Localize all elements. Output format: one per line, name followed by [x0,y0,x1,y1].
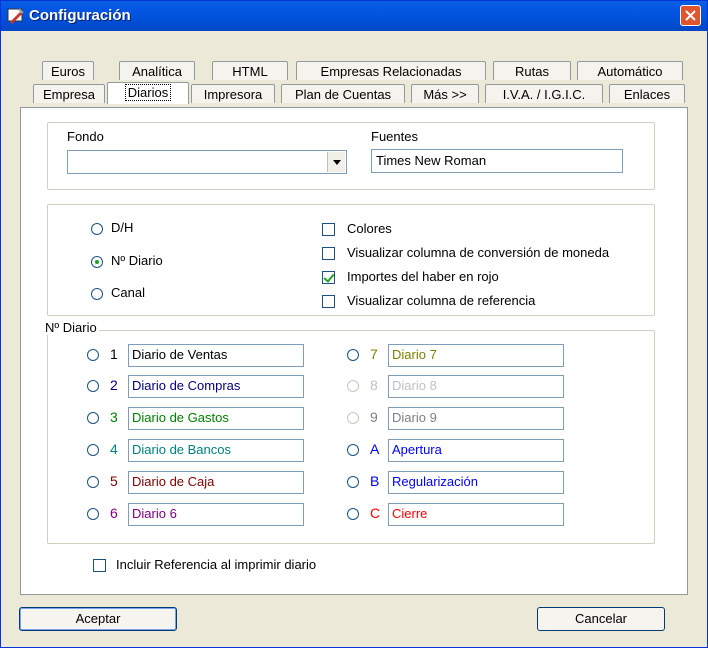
radio-canal[interactable] [91,288,103,300]
radio-n-diario-label: Nº Diario [111,253,163,268]
check-haber-rojo-label: Importes del haber en rojo [347,269,499,284]
tab-euros[interactable]: Euros [42,61,94,80]
fondo-select[interactable] [67,150,347,174]
tab-iva-igic[interactable]: I.V.A. / I.G.I.C. [485,84,603,103]
radio-dh-label: D/H [111,220,134,235]
radio-diario-7[interactable] [347,349,359,361]
diario-name-field[interactable]: Diario de Caja [128,471,304,494]
window-title: Configuración [29,7,131,24]
tab-impresora[interactable]: Impresora [191,84,275,103]
diario-name-field[interactable]: Diario 7 [388,344,564,367]
accept-button[interactable]: Aceptar [19,607,177,631]
tab-plan-de-cuentas[interactable]: Plan de Cuentas [281,84,405,103]
diario-number: B [370,473,380,489]
diario-number: 7 [370,346,378,362]
tab-empresa[interactable]: Empresa [33,84,105,103]
check-columna-referencia-label: Visualizar columna de referencia [347,293,536,308]
radio-diario-a[interactable] [347,444,359,456]
cancel-button[interactable]: Cancelar [537,607,665,631]
diario-name-field[interactable]: Diario de Gastos [128,407,304,430]
radio-canal-label: Canal [111,285,145,300]
radio-dh[interactable] [91,223,103,235]
tab-html[interactable]: HTML [212,61,288,80]
radio-diario-6[interactable] [87,508,99,520]
radio-diario-4[interactable] [87,444,99,456]
diario-number: 2 [110,377,118,393]
tab-rutas[interactable]: Rutas [493,61,571,80]
diario-number: 1 [110,346,118,362]
fuentes-field[interactable]: Times New Roman [371,149,623,173]
check-columna-referencia[interactable] [322,295,335,308]
fondo-label: Fondo [67,129,104,144]
diario-number: 9 [370,409,378,425]
diarios-legend: Nº Diario [43,320,99,335]
settings-tool-icon [7,8,24,24]
diario-name-field[interactable]: Diario de Compras [128,375,304,398]
close-icon [685,10,696,21]
diario-number: 8 [370,377,378,393]
radio-diario-8[interactable] [347,380,359,392]
tab-mas[interactable]: Más >> [411,84,479,103]
diario-name-field[interactable]: Cierre [388,503,564,526]
diario-name-field[interactable]: Regularización [388,471,564,494]
radio-diario-1[interactable] [87,349,99,361]
close-button[interactable] [680,5,701,26]
tab-empresas-relacionadas[interactable]: Empresas Relacionadas [296,61,486,80]
tab-enlaces[interactable]: Enlaces [609,84,685,103]
radio-diario-9[interactable] [347,412,359,424]
diario-number: 6 [110,505,118,521]
diario-name-field[interactable]: Diario 9 [388,407,564,430]
radio-diario-5[interactable] [87,476,99,488]
tab-analitica[interactable]: Analítica [119,61,195,80]
radio-diario-b[interactable] [347,476,359,488]
fuentes-label: Fuentes [371,129,418,144]
radio-diario-c[interactable] [347,508,359,520]
diario-number: C [370,505,381,521]
radio-n-diario[interactable] [91,256,103,268]
diario-number: A [370,441,380,457]
diario-number: 5 [110,473,118,489]
tab-automatico[interactable]: Automático [577,61,683,80]
diarios-panel: Fondo Fuentes Times New Roman D/H Nº Dia… [20,107,688,595]
check-colores-label: Colores [347,221,392,236]
chevron-down-icon[interactable] [327,152,345,172]
check-haber-rojo[interactable] [322,271,335,284]
diario-name-field[interactable]: Diario 8 [388,375,564,398]
diario-name-field[interactable]: Diario de Ventas [128,344,304,367]
tab-diarios[interactable]: Diarios [107,82,189,104]
diario-name-field[interactable]: Apertura [388,439,564,462]
diario-name-field[interactable]: Diario 6 [128,503,304,526]
check-incluir-referencia[interactable] [93,559,106,572]
diario-number: 4 [110,441,118,457]
check-conversion-moneda-label: Visualizar columna de conversión de mone… [347,245,610,260]
check-colores[interactable] [322,223,335,236]
config-window: Configuración Euros Analítica HTML Empre… [0,0,708,648]
radio-diario-2[interactable] [87,380,99,392]
check-incluir-referencia-label: Incluir Referencia al imprimir diario [116,557,317,572]
radio-diario-3[interactable] [87,412,99,424]
title-bar[interactable]: Configuración [1,1,707,31]
diario-name-field[interactable]: Diario de Bancos [128,439,304,462]
check-conversion-moneda[interactable] [322,247,335,260]
diario-number: 3 [110,409,118,425]
